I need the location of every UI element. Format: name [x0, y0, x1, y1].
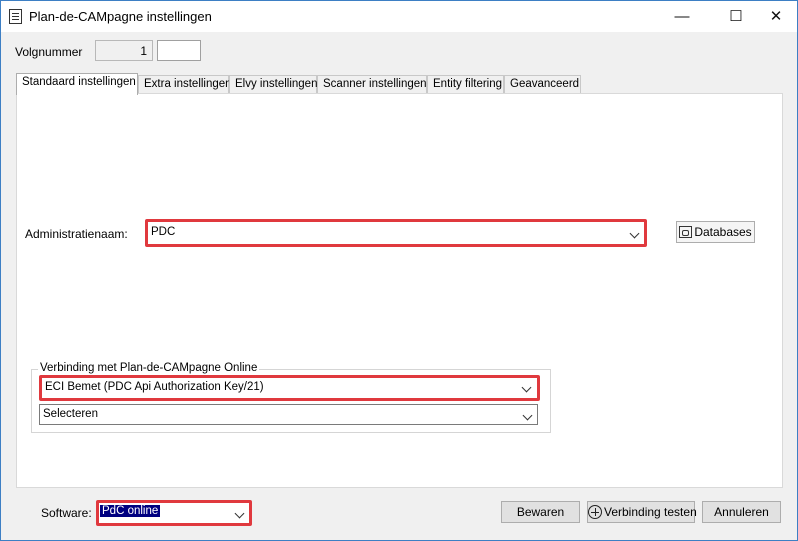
- tab-geavanceerd[interactable]: Geavanceerd: [504, 75, 581, 94]
- connection-select-combo[interactable]: Selecteren: [39, 404, 538, 425]
- minimize-button[interactable]: —: [659, 1, 705, 32]
- test-connection-label: Verbinding testen: [604, 505, 697, 519]
- connection-key-combo[interactable]: ECI Bemet (PDC Api Authorization Key/21): [41, 378, 537, 398]
- software-value: PdC online: [100, 505, 161, 517]
- software-label: Software:: [41, 506, 92, 520]
- tab-scanner-instellingen[interactable]: Scanner instellingen: [317, 75, 427, 94]
- window-title: Plan-de-CAMpagne instellingen: [29, 9, 212, 24]
- settings-window: Plan-de-CAMpagne instellingen — ☐ ✕ Volg…: [0, 0, 798, 541]
- document-icon: [9, 9, 22, 24]
- close-button[interactable]: ✕: [753, 1, 798, 32]
- administratienaam-combo[interactable]: PDC: [147, 222, 645, 244]
- tab-standaard-instellingen[interactable]: Standaard instellingen: [16, 73, 138, 95]
- software-combo[interactable]: PdC online: [98, 502, 250, 523]
- chevron-down-icon: [629, 228, 640, 239]
- administratienaam-value: PDC: [151, 226, 176, 238]
- connection-group-label: Verbinding met Plan-de-CAMpagne Online: [38, 362, 260, 374]
- save-button[interactable]: Bewaren: [501, 501, 580, 523]
- maximize-icon: ☐: [729, 8, 743, 25]
- tab-extra-instellingen[interactable]: Extra instellingen: [138, 75, 232, 94]
- chevron-down-icon: [234, 508, 245, 519]
- volgnummer-extra-field[interactable]: [157, 40, 201, 61]
- connection-select-value: Selecteren: [43, 408, 98, 420]
- tab-elvy-instellingen[interactable]: Elvy instellingen: [229, 75, 317, 94]
- connection-key-value: ECI Bemet (PDC Api Authorization Key/21): [45, 381, 264, 393]
- volgnummer-label: Volgnummer: [15, 45, 83, 59]
- cancel-button[interactable]: Annuleren: [702, 501, 781, 523]
- title-bar: Plan-de-CAMpagne instellingen — ☐ ✕: [1, 1, 797, 32]
- tab-entity-filtering[interactable]: Entity filtering: [427, 75, 504, 94]
- administratienaam-label: Administratienaam:: [25, 227, 128, 241]
- databases-button[interactable]: Databases: [676, 221, 755, 243]
- volgnummer-field: 1: [95, 40, 153, 61]
- database-icon: [679, 226, 693, 238]
- close-icon: ✕: [769, 8, 783, 25]
- databases-button-label: Databases: [694, 225, 752, 239]
- plus-circle-icon: [588, 505, 602, 519]
- minimize-icon: —: [674, 8, 690, 25]
- test-connection-button[interactable]: Verbinding testen: [587, 501, 697, 523]
- chevron-down-icon: [521, 382, 532, 393]
- chevron-down-icon: [522, 410, 533, 421]
